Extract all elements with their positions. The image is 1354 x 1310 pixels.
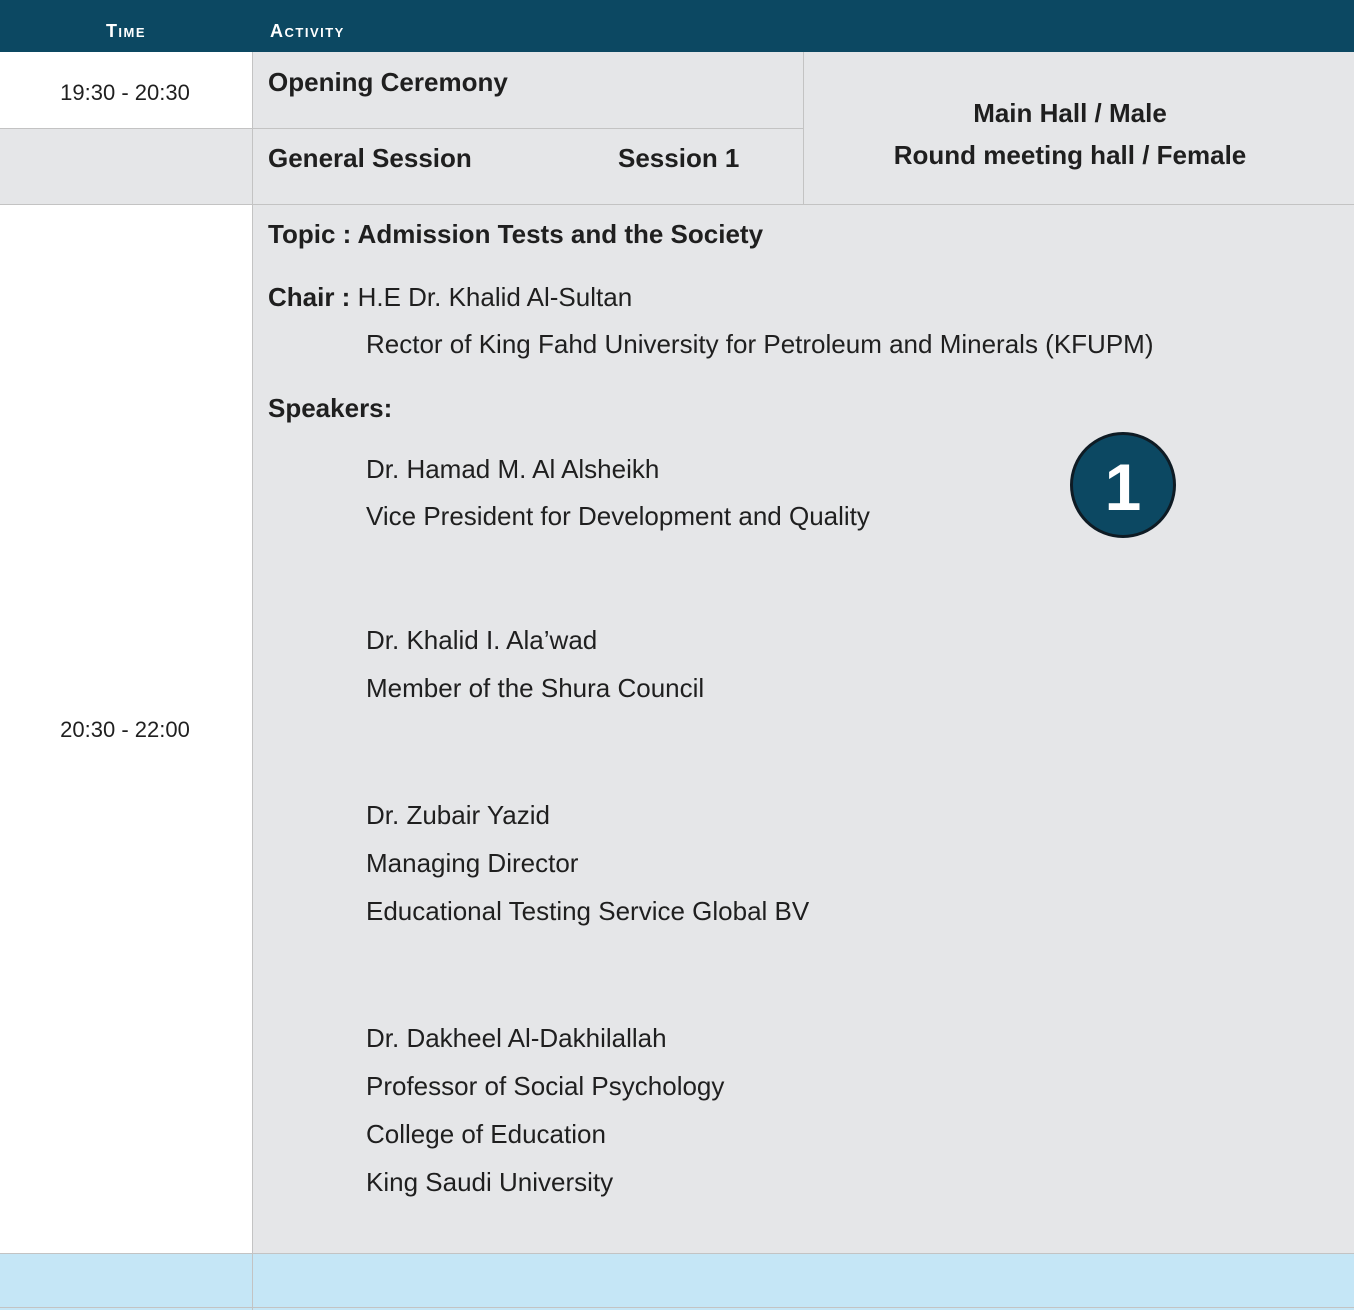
speaker-title: Managing Director xyxy=(366,848,579,878)
opening-activity: Opening Ceremony xyxy=(268,67,508,97)
speaker-title: Professor of Social Psychology xyxy=(366,1071,725,1101)
location-line-1: Main Hall / Male xyxy=(973,98,1167,128)
row-divider xyxy=(0,204,1354,205)
chair-line: Chair : H.E Dr. Khalid Al-Sultan xyxy=(268,282,632,313)
header-time: Time xyxy=(105,21,147,41)
speaker-organization: Educational Testing Service Global BV xyxy=(366,896,810,926)
speaker-name: Dr. Hamad M. Al Alsheikh xyxy=(366,454,660,484)
row-divider xyxy=(0,1307,1354,1308)
speakers-label: Speakers: xyxy=(268,393,393,423)
speaker-department: College of Education xyxy=(366,1119,606,1149)
speaker-title: Member of the Shura Council xyxy=(366,673,705,703)
speaker-name: Dr. Khalid I. Ala’wad xyxy=(366,625,598,655)
chair-name: H.E Dr. Khalid Al-Sultan xyxy=(357,282,633,312)
general-time-cell xyxy=(0,129,252,205)
row-divider xyxy=(0,128,803,129)
session-time: 20:30 - 22:00 xyxy=(60,717,190,742)
speaker-name: Dr. Dakheel Al-Dakhilallah xyxy=(366,1023,667,1053)
chair-title: Rector of King Fahd University for Petro… xyxy=(366,329,1154,359)
chair-label: Chair : xyxy=(268,282,358,312)
location-line-2: Round meeting hall / Female xyxy=(893,140,1247,170)
schedule-page: Time Activity 19:30 - 20:30 Opening Cere… xyxy=(0,0,1354,1310)
footer-time-cell xyxy=(0,1254,252,1310)
speaker-organization: King Saudi University xyxy=(366,1167,614,1197)
speaker-name: Dr. Zubair Yazid xyxy=(366,800,551,830)
opening-time: 19:30 - 20:30 xyxy=(60,80,190,105)
topic: Topic : Admission Tests and the Society xyxy=(268,219,764,249)
header-activity: Activity xyxy=(270,21,345,41)
row-divider xyxy=(0,1253,1354,1254)
session-number: Session 1 xyxy=(618,143,740,173)
footer-activity-cell xyxy=(252,1254,1354,1310)
general-session-label: General Session xyxy=(268,143,472,173)
table-header: Time Activity xyxy=(0,0,1354,52)
column-divider xyxy=(252,52,253,1310)
session-number-badge: 1 xyxy=(1070,432,1176,538)
speaker-title: Vice President for Development and Quali… xyxy=(366,501,870,531)
